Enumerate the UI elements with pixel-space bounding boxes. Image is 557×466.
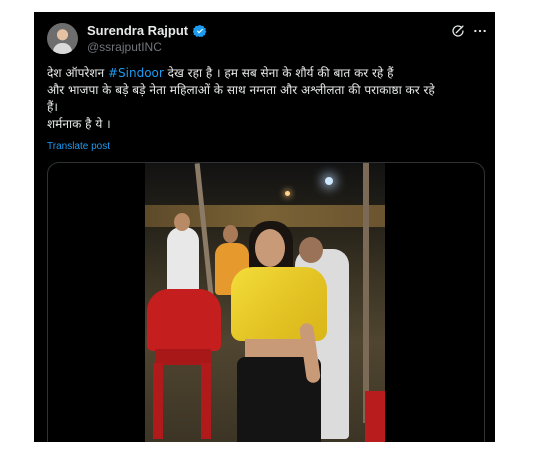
background-light: [285, 191, 290, 196]
author-name-row: Surendra Rajput: [87, 23, 207, 38]
tent-pole: [363, 163, 369, 423]
video-frame: [145, 163, 385, 442]
post-text-line-1: देश ऑपरेशन #Sindoor देख रहा है । हम सब स…: [47, 65, 487, 82]
verified-badge-icon: [193, 24, 207, 37]
more-options-icon[interactable]: [473, 24, 487, 38]
post-text: देश ऑपरेशन #Sindoor देख रहा है । हम सब स…: [47, 65, 487, 133]
post-text-segment: देश ऑपरेशन: [47, 66, 108, 80]
post-text-line-3: हैं।: [47, 100, 58, 114]
background-person: [223, 225, 238, 243]
post-video[interactable]: [47, 162, 485, 442]
background-person: [299, 237, 323, 263]
post-text-line-4: शर्मनाक है ये ।: [47, 117, 111, 131]
avatar[interactable]: [47, 23, 78, 54]
woman-face: [255, 229, 285, 267]
grok-icon[interactable]: [451, 24, 465, 38]
background-person: [167, 227, 199, 297]
red-chair: [201, 363, 211, 439]
avatar-figure: [53, 43, 72, 54]
red-chair: [365, 391, 385, 442]
post-text-segment: देख रहा है । हम सब सेना के शौर्य की बात …: [163, 66, 394, 80]
post-card: Surendra Rajput @ssrajputINC देश ऑपरेशन …: [34, 12, 495, 442]
hashtag-link[interactable]: #Sindoor: [108, 66, 164, 80]
author-handle[interactable]: @ssrajputINC: [87, 40, 162, 54]
red-chair: [153, 363, 163, 439]
red-chair: [147, 289, 221, 351]
author-display-name[interactable]: Surendra Rajput: [87, 23, 188, 38]
translate-post-link[interactable]: Translate post: [47, 141, 110, 152]
background-person: [174, 213, 190, 231]
background-light: [325, 177, 333, 185]
post-text-line-2: और भाजपा के बड़े बड़े नेता महिलाओं के सा…: [47, 83, 435, 97]
